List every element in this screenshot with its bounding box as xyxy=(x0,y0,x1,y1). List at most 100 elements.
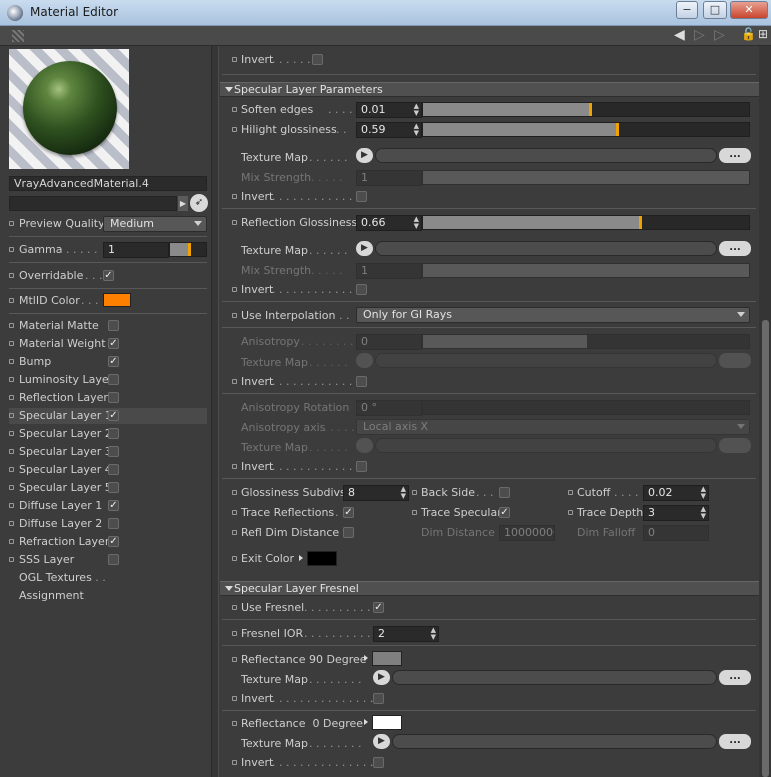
animate-dot-icon[interactable] xyxy=(568,510,573,515)
slider-knob[interactable] xyxy=(616,123,619,136)
animate-dot-icon[interactable] xyxy=(9,341,14,346)
invert-checkbox[interactable] xyxy=(312,54,323,65)
expand-triangle-icon[interactable] xyxy=(364,655,368,661)
invert-checkbox[interactable] xyxy=(356,376,367,387)
trace-depth-input[interactable]: 3 ▲ ▼ xyxy=(643,505,709,521)
expand-triangle-icon[interactable] xyxy=(299,555,303,561)
animate-dot-icon[interactable] xyxy=(232,287,237,292)
scrollbar-thumb[interactable] xyxy=(762,320,769,777)
channel-item[interactable]: SSS Layer xyxy=(9,552,207,568)
animate-dot-icon[interactable] xyxy=(9,521,14,526)
spin-arrows-icon[interactable]: ▲ ▼ xyxy=(401,486,406,500)
animate-dot-icon[interactable] xyxy=(9,395,14,400)
trace-refl-checkbox[interactable]: ✓ xyxy=(343,507,354,518)
spin-arrows-icon[interactable]: ▲ ▼ xyxy=(431,627,436,641)
animate-dot-icon[interactable] xyxy=(9,323,14,328)
animate-dot-icon[interactable] xyxy=(9,359,14,364)
channel-checkbox[interactable] xyxy=(108,554,119,565)
animate-dot-icon[interactable] xyxy=(232,379,237,384)
refl-gloss-input[interactable]: 0.66 ▲ ▼ xyxy=(356,215,422,231)
texture-menu-icon[interactable]: ▶ xyxy=(373,734,390,749)
channel-item[interactable]: Material Weight ✓ xyxy=(9,336,207,352)
new-window-icon[interactable]: ⊞ xyxy=(758,27,768,41)
animate-dot-icon[interactable] xyxy=(9,503,14,508)
animate-dot-icon[interactable] xyxy=(232,556,237,561)
animate-dot-icon[interactable] xyxy=(9,247,14,252)
maximize-button[interactable]: □ xyxy=(703,1,727,19)
material-preview[interactable] xyxy=(9,49,129,169)
gamma-slider[interactable] xyxy=(169,242,207,257)
animate-dot-icon[interactable] xyxy=(9,431,14,436)
invert-checkbox[interactable] xyxy=(356,191,367,202)
animate-dot-icon[interactable] xyxy=(232,127,237,132)
grip-icon[interactable] xyxy=(12,30,24,42)
texture-slot[interactable] xyxy=(392,734,717,749)
use-fresnel-checkbox[interactable]: ✓ xyxy=(373,602,384,613)
expand-arrow-icon[interactable]: ▶ xyxy=(178,196,188,211)
animate-dot-icon[interactable] xyxy=(412,510,417,515)
animate-dot-icon[interactable] xyxy=(232,530,237,535)
invert-checkbox[interactable] xyxy=(373,757,384,768)
channel-item[interactable]: Specular Layer 5 xyxy=(9,480,207,496)
channel-checkbox[interactable]: ✓ xyxy=(108,338,119,349)
channel-checkbox[interactable] xyxy=(108,320,119,331)
animate-dot-icon[interactable] xyxy=(9,221,14,226)
specular-params-section[interactable]: Specular Layer Parameters xyxy=(220,82,759,97)
trace-spec-checkbox[interactable]: ✓ xyxy=(499,507,510,518)
hilight-input[interactable]: 0.59 ▲ ▼ xyxy=(356,122,422,138)
slider-knob[interactable] xyxy=(589,103,592,116)
arrow-right-icon[interactable]: ▷ xyxy=(694,27,705,43)
spin-arrows-icon[interactable]: ▲ ▼ xyxy=(701,506,706,520)
spin-arrows-icon[interactable]: ▲ ▼ xyxy=(701,486,706,500)
fresnel-ior-input[interactable]: 2 ▲ ▼ xyxy=(373,626,439,642)
minimize-button[interactable]: − xyxy=(676,1,698,19)
spin-arrows-icon[interactable]: ▲ ▼ xyxy=(414,216,419,230)
spin-arrows-icon[interactable]: ▲ ▼ xyxy=(414,123,419,137)
invert-checkbox[interactable] xyxy=(356,284,367,295)
animate-dot-icon[interactable] xyxy=(9,485,14,490)
panel-divider[interactable] xyxy=(211,46,219,777)
channel-checkbox[interactable]: ✓ xyxy=(108,356,119,367)
animate-dot-icon[interactable] xyxy=(568,490,573,495)
ogl-textures-item[interactable]: OGL Textures . . xyxy=(19,570,106,586)
refl-gloss-slider[interactable] xyxy=(422,215,750,230)
lock-icon[interactable]: 🔓 xyxy=(741,27,756,41)
animate-dot-icon[interactable] xyxy=(232,107,237,112)
hilight-slider[interactable] xyxy=(422,122,750,137)
arrow-left-icon[interactable]: ◀ xyxy=(674,27,685,43)
use-interp-dropdown[interactable]: Only for GI Rays xyxy=(356,307,750,323)
picker-icon[interactable]: ➶ xyxy=(190,194,208,212)
channel-item[interactable]: Specular Layer 4 xyxy=(9,462,207,478)
exit-color-swatch[interactable] xyxy=(307,551,337,566)
slider-knob[interactable] xyxy=(639,216,642,229)
animate-dot-icon[interactable] xyxy=(232,760,237,765)
animate-dot-icon[interactable] xyxy=(9,539,14,544)
browse-button[interactable]: ... xyxy=(719,241,751,256)
cutoff-input[interactable]: 0.02 ▲ ▼ xyxy=(643,485,709,501)
channel-checkbox[interactable] xyxy=(108,464,119,475)
browse-button[interactable]: ... xyxy=(719,734,751,749)
texture-menu-icon[interactable]: ▶ xyxy=(356,241,373,256)
channel-checkbox[interactable] xyxy=(108,518,119,529)
soften-slider[interactable] xyxy=(422,102,750,117)
invert-checkbox[interactable] xyxy=(356,461,367,472)
material-path-field[interactable] xyxy=(9,196,177,211)
slider-knob[interactable] xyxy=(188,243,191,256)
animate-dot-icon[interactable] xyxy=(9,298,14,303)
animate-dot-icon[interactable] xyxy=(9,467,14,472)
browse-button[interactable]: ... xyxy=(719,148,751,163)
material-name-field[interactable]: VrayAdvancedMaterial.4 xyxy=(9,176,207,191)
animate-dot-icon[interactable] xyxy=(232,220,237,225)
channel-item[interactable]: Specular Layer 3 xyxy=(9,444,207,460)
animate-dot-icon[interactable] xyxy=(412,490,417,495)
animate-dot-icon[interactable] xyxy=(232,631,237,636)
back-side-checkbox[interactable] xyxy=(499,487,510,498)
texture-menu-icon[interactable]: ▶ xyxy=(356,148,373,163)
animate-dot-icon[interactable] xyxy=(232,605,237,610)
channel-checkbox[interactable]: ✓ xyxy=(108,536,119,547)
animate-dot-icon[interactable] xyxy=(232,721,237,726)
channel-checkbox[interactable]: ✓ xyxy=(108,500,119,511)
spin-arrows-icon[interactable]: ▲ ▼ xyxy=(414,103,419,117)
channel-checkbox[interactable] xyxy=(108,428,119,439)
texture-menu-icon[interactable]: ▶ xyxy=(373,670,390,685)
